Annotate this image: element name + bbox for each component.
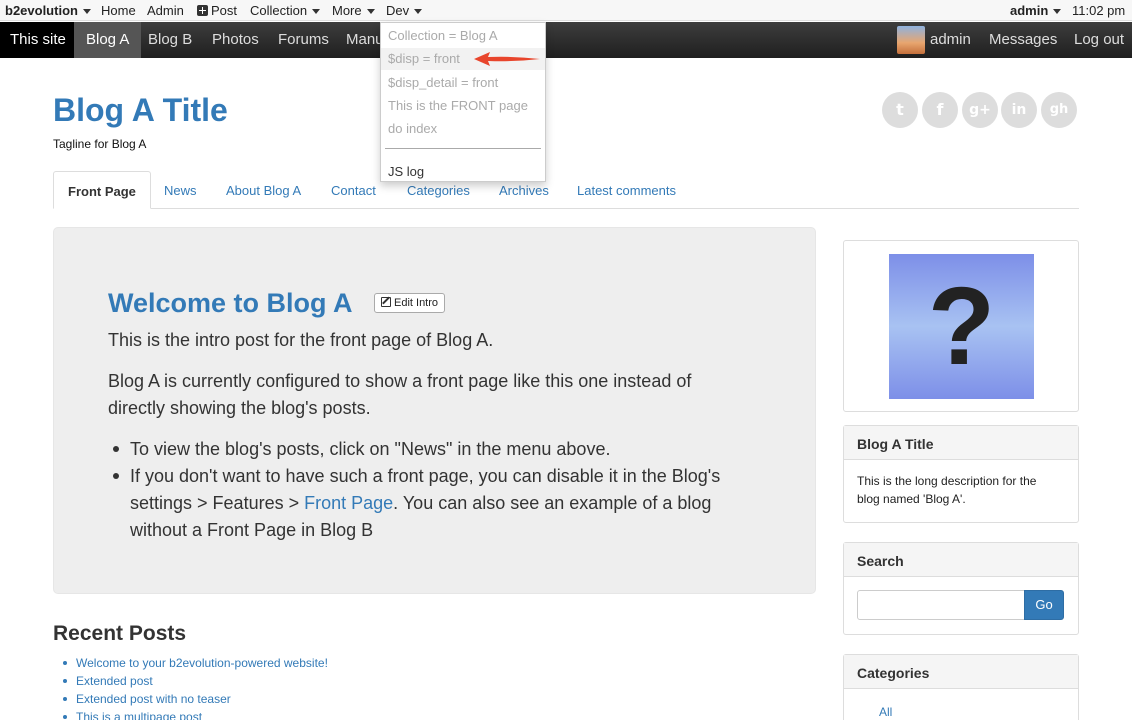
intro-list-item-2b: settings > Features > Front Page. You ca… (130, 493, 712, 513)
dev-menu-toggle[interactable]: Dev (386, 3, 423, 18)
intro-paragraph-2a: Blog A is currently configured to show a… (108, 371, 692, 391)
nav-blog-b[interactable]: Blog B (148, 22, 192, 58)
tagline: Tagline for Blog A (53, 137, 147, 151)
admin-link[interactable]: Admin (147, 3, 184, 18)
chevron-down-icon (366, 9, 375, 15)
twitter-icon[interactable]: t (882, 92, 918, 128)
search-go-button[interactable]: Go (1024, 590, 1064, 620)
tab-archives[interactable]: Archives (499, 183, 549, 198)
user-menu[interactable]: admin (1010, 3, 1062, 18)
bullet-icon (63, 679, 67, 683)
dev-item-collection[interactable]: Collection = Blog A (388, 28, 497, 43)
post-button[interactable]: Post (197, 3, 237, 18)
blog-avatar-image: ? (889, 254, 1034, 399)
edit-intro-button[interactable]: Edit Intro (374, 293, 446, 313)
blog-info-panel: Blog A Title This is the long descriptio… (843, 425, 1079, 523)
recent-post-link[interactable]: Extended post (76, 674, 153, 688)
bullet-icon (63, 715, 67, 719)
tab-categories[interactable]: Categories (407, 183, 470, 198)
brand-menu[interactable]: b2evolution (5, 3, 91, 18)
tab-latest-comments[interactable]: Latest comments (577, 183, 676, 198)
facebook-icon[interactable]: f (922, 92, 958, 128)
intro-paragraph-2b: directly showing the blog's posts. (108, 398, 371, 418)
bullet-icon (113, 473, 119, 479)
nav-forums[interactable]: Forums (278, 22, 329, 58)
intro-list-item-2c: without a Front Page in Blog B (130, 520, 374, 540)
annotation-arrow-icon (474, 52, 540, 66)
category-all-link[interactable]: All (879, 705, 892, 719)
intro-panel: Welcome to Blog A Edit Intro This is the… (53, 227, 816, 594)
intro-list-item-2a: If you don't want to have such a front p… (130, 466, 721, 486)
intro-title[interactable]: Welcome to Blog A (108, 288, 353, 319)
google-plus-icon[interactable]: g+ (962, 92, 998, 128)
logout-link[interactable]: Log out (1074, 22, 1124, 58)
recent-posts-title: Recent Posts (53, 622, 187, 645)
edit-icon (381, 297, 391, 307)
intro-paragraph-1: This is the intro post for the front pag… (108, 330, 494, 350)
linkedin-icon[interactable]: in (1001, 92, 1037, 128)
nav-tabs: Front Page News About Blog A Contact Cat… (53, 171, 1079, 209)
tab-about[interactable]: About Blog A (226, 183, 301, 198)
user-link[interactable]: admin (930, 22, 971, 58)
blog-info-title: Blog A Title (844, 426, 1078, 460)
dev-dropdown: Collection = Blog A $disp = front $disp_… (380, 22, 546, 182)
bullet-icon (63, 697, 67, 701)
more-menu[interactable]: More (332, 3, 375, 18)
search-input[interactable] (857, 590, 1025, 620)
plus-icon (197, 5, 208, 16)
chevron-down-icon (414, 9, 423, 15)
front-page-link[interactable]: Front Page (304, 493, 393, 513)
recent-post-link[interactable]: This is a multipage post (76, 710, 202, 720)
categories-panel: Categories All (843, 654, 1079, 720)
chevron-down-icon (82, 9, 91, 15)
collection-menu[interactable]: Collection (250, 3, 321, 18)
dev-item-do-index[interactable]: do index (388, 121, 437, 136)
chevron-down-icon (1053, 9, 1062, 15)
avatar-panel: ? (843, 240, 1079, 412)
clock: 11:02 pm (1072, 3, 1126, 18)
blog-title[interactable]: Blog A Title (53, 92, 228, 129)
intro-list-item-1: To view the blog's posts, click on "News… (130, 439, 611, 459)
nav-blog-a[interactable]: Blog A (74, 22, 142, 58)
blog-description: This is the long description for the blog… (857, 474, 1037, 506)
categories-title: Categories (844, 655, 1078, 689)
home-link[interactable]: Home (101, 3, 136, 18)
recent-post-link[interactable]: Extended post with no teaser (76, 692, 231, 706)
search-title: Search (844, 543, 1078, 577)
tab-contact[interactable]: Contact (331, 183, 376, 198)
divider (385, 148, 541, 149)
nav-photos[interactable]: Photos (212, 22, 259, 58)
admin-toolbar: b2evolution Home Admin Post Collection M… (0, 0, 1132, 21)
github-icon[interactable]: gh (1041, 92, 1077, 128)
dev-item-disp-detail[interactable]: $disp_detail = front (388, 75, 498, 90)
bullet-icon (63, 661, 67, 665)
recent-post-link[interactable]: Welcome to your b2evolution-powered webs… (76, 656, 328, 670)
tab-front-page[interactable]: Front Page (53, 171, 151, 209)
messages-link[interactable]: Messages (989, 22, 1057, 58)
dev-item-front-page[interactable]: This is the FRONT page (388, 98, 528, 113)
search-panel: Search Go (843, 542, 1079, 635)
avatar[interactable] (897, 26, 925, 54)
tab-news[interactable]: News (164, 183, 197, 198)
site-menu-bar: This site Blog A Blog B Photos Forums Ma… (0, 22, 1132, 58)
dev-item-js-log[interactable]: JS log (388, 164, 424, 179)
bullet-icon (113, 446, 119, 452)
nav-manual[interactable]: Manu (346, 22, 384, 58)
chevron-down-icon (312, 9, 321, 15)
this-site-link[interactable]: This site (0, 22, 76, 58)
